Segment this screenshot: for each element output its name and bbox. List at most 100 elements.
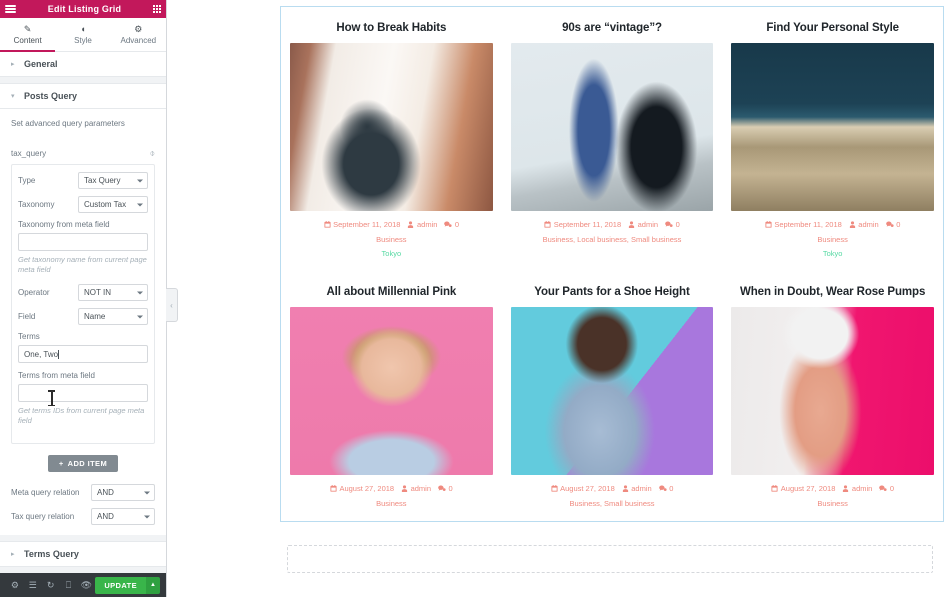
- card-title[interactable]: Your Pants for a Shoe Height: [511, 276, 714, 307]
- meta-comments: 0: [885, 220, 900, 229]
- card-terms: Business: [817, 499, 848, 508]
- card-title[interactable]: 90s are “vintage”?: [511, 12, 714, 43]
- card-title[interactable]: All about Millennial Pink: [290, 276, 493, 307]
- meta-author: admin: [401, 484, 431, 493]
- history-icon[interactable]: ↻: [42, 580, 60, 590]
- section-posts-query[interactable]: ▾ Posts Query: [0, 83, 166, 109]
- field-label: Field: [18, 312, 36, 321]
- add-item-button[interactable]: + ADD ITEM: [47, 455, 119, 472]
- meta-date: August 27, 2018: [771, 484, 835, 493]
- calendar-icon: [330, 485, 337, 492]
- comment-icon: [438, 485, 446, 492]
- panel-title: Edit Listing Grid: [47, 4, 122, 14]
- settings-icon[interactable]: ⚙: [6, 580, 24, 590]
- card-title[interactable]: Find Your Personal Style: [731, 12, 934, 43]
- listing-card[interactable]: Your Pants for a Shoe Height August 27, 2…: [502, 271, 723, 521]
- listing-grid: How to Break Habits September 11, 2018 adm…: [281, 7, 943, 521]
- type-select[interactable]: Tax Query: [78, 172, 148, 189]
- navigator-icon[interactable]: ☰: [24, 580, 42, 590]
- meta-comments-value: 0: [448, 484, 453, 493]
- taxonomy-value: Custom Tax: [84, 200, 127, 209]
- meta-comments: 0: [444, 220, 459, 229]
- card-terms: Business, Local business, Small business: [542, 235, 682, 244]
- comment-icon: [658, 485, 667, 492]
- card-thumbnail[interactable]: [290, 43, 493, 211]
- comment-icon: [885, 221, 894, 228]
- card-thumbnail[interactable]: [731, 307, 934, 475]
- clone-icon[interactable]: ⌽: [150, 148, 155, 159]
- chevron-down-icon: [137, 203, 143, 206]
- taxonomy-meta-input[interactable]: [18, 233, 148, 251]
- tax-query-relation-value: AND: [97, 512, 114, 521]
- operator-select[interactable]: NOT IN: [78, 284, 148, 301]
- preview-canvas: How to Break Habits September 11, 2018 adm…: [167, 0, 949, 597]
- responsive-icon[interactable]: ⎕: [60, 580, 78, 590]
- repeater-header[interactable]: tax_query ⌽: [11, 144, 155, 164]
- card-title[interactable]: How to Break Habits: [290, 12, 493, 43]
- card-terms-secondary: Tokyo: [381, 249, 402, 258]
- listing-card[interactable]: When in Doubt, Wear Rose Pumps August 27,…: [722, 271, 943, 521]
- card-meta: August 27, 2018 admin 0: [290, 475, 493, 493]
- tax-query-relation-select[interactable]: AND: [91, 508, 155, 525]
- tab-advanced-label: Advanced: [120, 35, 157, 45]
- update-options-arrow[interactable]: ▲: [146, 576, 160, 594]
- calendar-icon: [324, 221, 331, 228]
- panel-body: ▸ General ▾ Posts Query Set advanced que…: [0, 52, 166, 573]
- meta-author-value: admin: [631, 484, 652, 493]
- card-thumbnail[interactable]: [510, 307, 714, 475]
- card-thumbnail[interactable]: [290, 307, 493, 475]
- meta-date: September 11, 2018: [324, 220, 401, 229]
- meta-comments: 0: [665, 220, 680, 229]
- panel-collapse-handle[interactable]: ‹: [166, 288, 178, 322]
- field-select[interactable]: Name: [78, 308, 148, 325]
- listing-card[interactable]: 90s are “vintage”? September 11, 2018 admi…: [502, 7, 723, 271]
- card-thumbnail[interactable]: [731, 43, 934, 211]
- listing-card[interactable]: All about Millennial Pink August 27, 2018…: [281, 271, 502, 521]
- meta-author-value: admin: [858, 220, 879, 229]
- calendar-icon: [771, 485, 778, 492]
- section-general[interactable]: ▸ General: [0, 52, 166, 77]
- gear-icon: ⚙: [134, 23, 143, 34]
- section-terms-query[interactable]: ▸ Terms Query: [0, 541, 166, 567]
- field-value: Name: [84, 312, 106, 321]
- editor-panel: Edit Listing Grid ✎ Content ◖ Style ⚙ Ad…: [0, 0, 178, 597]
- listing-grid-widget[interactable]: How to Break Habits September 11, 2018 adm…: [280, 6, 944, 522]
- card-terms: Business, Small business: [569, 499, 655, 508]
- meta-date: August 27, 2018: [551, 484, 615, 493]
- hamburger-icon[interactable]: [5, 5, 16, 13]
- card-meta: September 11, 2018 admin 0: [731, 211, 934, 229]
- repeater-label: tax_query: [11, 149, 47, 158]
- text-caret: [58, 349, 60, 359]
- section-posts-query-label: Posts Query: [24, 91, 78, 101]
- taxonomy-select[interactable]: Custom Tax: [78, 196, 148, 213]
- tab-advanced[interactable]: ⚙ Advanced: [111, 18, 166, 51]
- grid-icon[interactable]: [153, 5, 161, 13]
- meta-date-value: September 11, 2018: [774, 220, 842, 229]
- field-block-terms: Terms One, Two: [18, 332, 148, 363]
- section-general-label: General: [24, 59, 58, 69]
- user-icon: [401, 485, 408, 492]
- terms-input[interactable]: One, Two: [18, 345, 148, 363]
- meta-date: August 27, 2018: [330, 484, 394, 493]
- meta-comments: 0: [438, 484, 453, 493]
- card-thumbnail[interactable]: [510, 43, 714, 211]
- meta-author-value: admin: [637, 220, 659, 229]
- tab-style[interactable]: ◖ Style: [55, 18, 110, 51]
- section-dropzone[interactable]: [287, 545, 933, 573]
- field-row-tax-query-relation: Tax query relation AND: [11, 508, 155, 525]
- terms-meta-input[interactable]: [18, 384, 148, 402]
- meta-author-value: admin: [410, 484, 432, 493]
- meta-date-value: September 11, 2018: [333, 220, 401, 229]
- listing-card[interactable]: How to Break Habits September 11, 2018 adm…: [281, 7, 502, 271]
- listing-card[interactable]: Find Your Personal Style September 11, 20…: [722, 7, 943, 271]
- panel-footer: ⚙ ☰ ↻ ⎕ 👁 UPDATE ▲: [0, 573, 166, 597]
- tab-content[interactable]: ✎ Content: [0, 18, 56, 52]
- card-title[interactable]: When in Doubt, Wear Rose Pumps: [731, 276, 934, 307]
- meta-query-relation-select[interactable]: AND: [91, 484, 155, 501]
- preview-icon[interactable]: 👁: [77, 580, 95, 590]
- tax-query-relation-label: Tax query relation: [11, 512, 75, 521]
- update-button[interactable]: UPDATE: [95, 576, 146, 594]
- meta-comments-value: 0: [454, 220, 460, 229]
- terms-label: Terms: [18, 332, 40, 341]
- meta-author: admin: [407, 220, 437, 229]
